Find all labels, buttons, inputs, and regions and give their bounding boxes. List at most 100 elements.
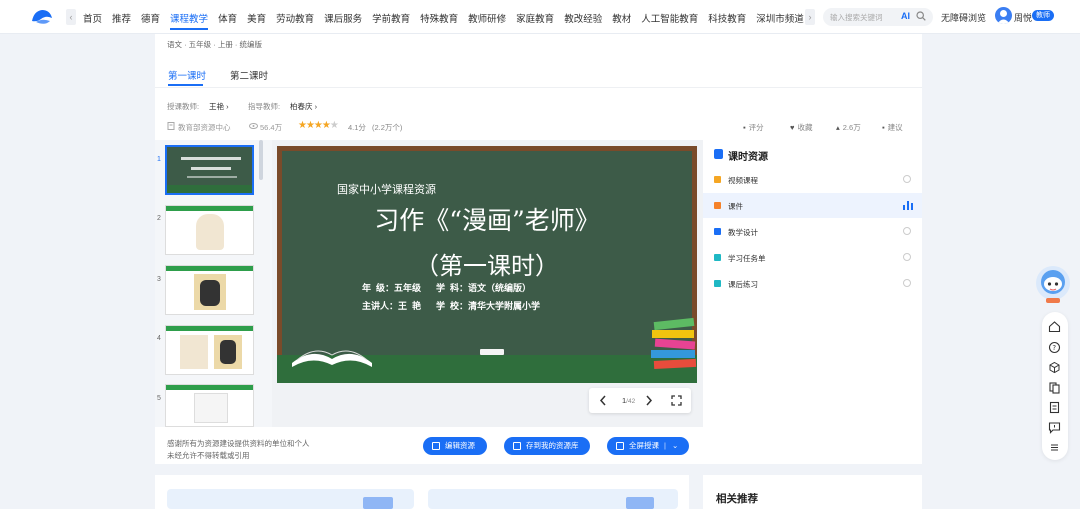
nav-scroll-right-icon[interactable]: › <box>805 9 815 25</box>
menu-icon[interactable] <box>1048 441 1061 454</box>
open-book-icon <box>292 350 372 367</box>
nav-item-moral[interactable]: 德育 <box>141 11 160 30</box>
source-icon <box>167 122 175 130</box>
resource-item-label: 课件 <box>728 202 743 211</box>
thumbnail-number: 1 <box>157 156 161 163</box>
fullscreen-icon[interactable] <box>671 395 682 406</box>
resource-radio <box>903 253 911 261</box>
nav-item-preschool[interactable]: 学前教育 <box>372 11 410 30</box>
top-navbar: ‹ 首页 推荐 德育 课程教学 体育 美育 劳动教育 课后服务 学前教育 特殊教… <box>0 0 1080 34</box>
guide-teacher-label: 指导教师: <box>248 102 281 111</box>
nav-item-textbook[interactable]: 教材 <box>612 11 631 30</box>
nav-item-shenzhen[interactable]: 深圳市频道 <box>756 11 804 30</box>
slide-info-line-1: 年 级：五年级 学 科：语文（统编版） <box>362 283 532 293</box>
home-icon[interactable] <box>1048 320 1061 333</box>
favorite-label: 收藏 <box>797 123 813 132</box>
page-indicator: 1/42 <box>622 396 635 405</box>
cube-icon[interactable] <box>1048 361 1061 374</box>
slide-canvas[interactable]: 国家中小学课程资源 习作《“漫画”老师》 （第一课时） 年 级：五年级 学 科：… <box>277 146 697 383</box>
search-input[interactable]: 输入搜索关键词 <box>830 12 883 23</box>
resource-item-video[interactable]: 视频课程 <box>703 167 922 192</box>
feature-tile-1[interactable] <box>167 489 414 509</box>
rating-stars[interactable]: ★★★★★ <box>298 120 339 131</box>
help-icon[interactable]: ? <box>1048 341 1061 354</box>
nav-item-home[interactable]: 首页 <box>83 11 102 30</box>
copy-icon[interactable] <box>1048 381 1061 394</box>
like-button[interactable]: ▴ 2.6万 <box>836 122 861 133</box>
fullscreen-teach-label: 全屏授课 <box>629 441 659 450</box>
slide-thumbnail-5[interactable] <box>165 384 254 427</box>
courseware-icon <box>714 202 721 209</box>
ai-search-icon[interactable]: AI <box>901 11 910 21</box>
nav-item-recommend[interactable]: 推荐 <box>112 11 131 30</box>
tile-illustration-icon <box>626 497 654 509</box>
suggest-label: 建议 <box>887 123 903 132</box>
slide-thumbnail-2[interactable] <box>165 205 254 255</box>
nav-item-art[interactable]: 美育 <box>247 11 266 30</box>
favorite-button[interactable]: ♥ 收藏 <box>790 122 812 133</box>
thumbnail-scrollbar[interactable] <box>259 140 263 180</box>
slide-thumbnail-4[interactable] <box>165 325 254 375</box>
source-name: 教育部资源中心 <box>178 123 231 132</box>
tab-lesson-1[interactable]: 第一课时 <box>168 68 206 82</box>
role-badge: 教师 <box>1032 10 1054 21</box>
nav-item-tech-education[interactable]: 科技教育 <box>708 11 746 30</box>
search-box[interactable]: 输入搜索关键词 AI <box>823 8 933 26</box>
document-icon[interactable] <box>1048 401 1061 414</box>
resource-item-task-sheet[interactable]: 学习任务单 <box>703 245 922 270</box>
nav-item-course-teaching[interactable]: 课程教学 <box>170 11 209 30</box>
related-title: 相关推荐 <box>716 493 758 505</box>
prev-page-icon[interactable] <box>599 395 607 406</box>
heart-icon: ♥ <box>790 123 795 132</box>
assistant-mascot-icon[interactable] <box>1034 264 1072 304</box>
guide-teacher-link[interactable]: 柏春庆 › <box>290 101 317 112</box>
user-name[interactable]: 周悦 <box>1014 11 1032 24</box>
site-logo[interactable] <box>30 7 54 27</box>
resource-item-teaching-design[interactable]: 教学设计 <box>703 219 922 244</box>
next-page-icon[interactable] <box>645 395 653 406</box>
feedback-icon[interactable] <box>1048 421 1061 434</box>
nav-items: 首页 推荐 德育 课程教学 体育 美育 劳动教育 课后服务 学前教育 特殊教育 … <box>83 11 814 30</box>
slide-title: 习作《“漫画”老师》 <box>374 206 600 235</box>
search-icon[interactable] <box>916 11 926 21</box>
edit-resource-label: 编辑资源 <box>445 441 475 450</box>
resource-radio <box>903 175 911 183</box>
resource-item-courseware[interactable]: 课件 <box>703 193 922 218</box>
thumbnail-number: 3 <box>157 276 161 283</box>
suggest-button[interactable]: ▪ 建议 <box>882 122 903 133</box>
resource-item-label: 视频课程 <box>728 176 758 185</box>
screen-icon <box>616 442 624 450</box>
nav-item-special[interactable]: 特殊教育 <box>420 11 458 30</box>
nav-item-reform[interactable]: 教改经验 <box>564 11 602 30</box>
slide-pager: 1/42 <box>589 388 691 413</box>
avatar[interactable] <box>995 7 1012 24</box>
tab-lesson-2[interactable]: 第二课时 <box>230 68 268 82</box>
resource-item-exercises[interactable]: 课后练习 <box>703 271 922 296</box>
lesson-resources-icon <box>714 149 723 159</box>
edit-resource-button[interactable]: 编辑资源 <box>423 437 487 455</box>
nav-item-labor[interactable]: 劳动教育 <box>276 11 314 30</box>
nav-item-ai-education[interactable]: 人工智能教育 <box>641 11 698 30</box>
feature-tile-2[interactable] <box>428 489 678 509</box>
nav-item-family[interactable]: 家庭教育 <box>516 11 554 30</box>
fullscreen-teach-button[interactable]: 全屏授课 | ⌄ <box>607 437 689 455</box>
like-count: 2.6万 <box>842 123 861 132</box>
slide-thumbnail-1[interactable] <box>165 145 254 195</box>
slide-thumbnail-3[interactable] <box>165 265 254 315</box>
views-eye-icon <box>249 123 258 129</box>
thanks-line-2: 未经允许不得转载或引用 <box>167 451 250 460</box>
nav-scroll-left-icon[interactable]: ‹ <box>66 9 76 25</box>
save-to-library-button[interactable]: 存到我的资源库 <box>504 437 590 455</box>
nav-item-sports[interactable]: 体育 <box>218 11 237 30</box>
teacher-link[interactable]: 王艳 › <box>209 101 229 112</box>
task-sheet-icon <box>714 254 721 261</box>
rate-button[interactable]: ▪ 评分 <box>743 122 764 133</box>
thanks-notice: 感谢所有为资源建设提供资料的单位和个人 未经允许不得转载或引用 <box>167 438 310 462</box>
accessibility-link[interactable]: 无障碍浏览 <box>941 11 986 24</box>
chevron-down-icon[interactable]: ⌄ <box>672 437 678 455</box>
tile-illustration-icon <box>363 497 393 509</box>
nav-item-teacher-training[interactable]: 教师研修 <box>468 11 506 30</box>
teacher-label: 授课教师: <box>167 102 200 111</box>
nav-item-after-school[interactable]: 课后服务 <box>324 11 362 30</box>
svg-text:?: ? <box>1052 344 1056 352</box>
